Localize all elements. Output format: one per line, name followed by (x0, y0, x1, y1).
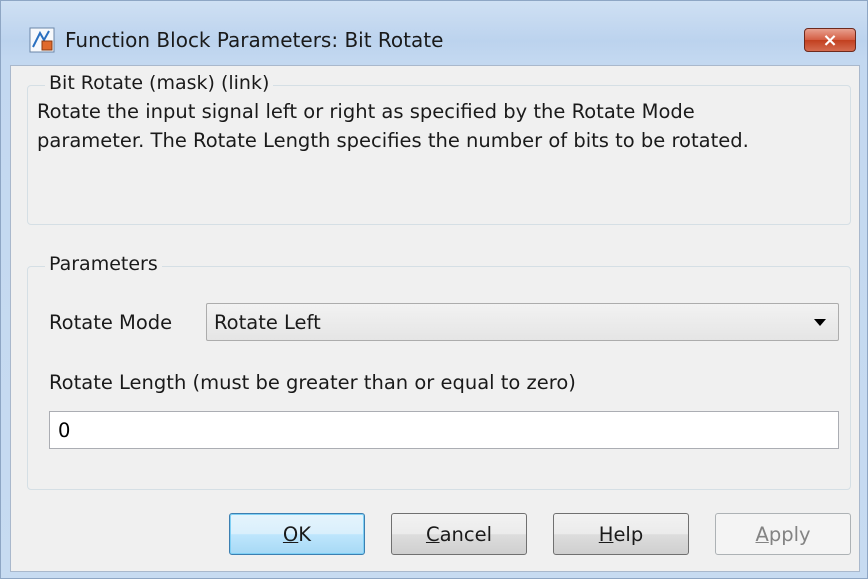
parameters-group-legend: Parameters (45, 253, 162, 275)
rotate-mode-value: Rotate Left (214, 311, 321, 334)
close-button[interactable]: × (804, 28, 856, 52)
window-title: Function Block Parameters: Bit Rotate (65, 28, 444, 52)
help-mnemonic: H (598, 522, 614, 546)
help-button[interactable]: Help (553, 513, 689, 555)
dialog-window: Function Block Parameters: Bit Rotate × … (0, 0, 868, 579)
help-label-rest: elp (613, 522, 644, 546)
apply-button: Apply (715, 513, 851, 555)
close-icon: × (822, 29, 838, 51)
ok-button[interactable]: OK (229, 513, 365, 555)
ok-mnemonic: O (282, 522, 299, 546)
mask-description: Rotate the input signal left or right as… (37, 100, 749, 152)
rotate-mode-label: Rotate Mode (49, 311, 173, 334)
simulink-block-icon (29, 27, 55, 53)
chevron-down-icon (814, 319, 826, 326)
rotate-length-label: Rotate Length (must be greater than or e… (49, 371, 576, 394)
rotate-mode-dropdown[interactable]: Rotate Left (206, 303, 839, 341)
cancel-label-rest: ancel (439, 522, 493, 546)
apply-mnemonic: A (755, 522, 769, 546)
cancel-button[interactable]: Cancel (391, 513, 527, 555)
ok-label-rest: K (298, 522, 312, 546)
rotate-length-input[interactable] (49, 411, 839, 449)
title-bar[interactable]: Function Block Parameters: Bit Rotate × (1, 1, 867, 65)
cancel-mnemonic: C (425, 522, 440, 546)
mask-group-legend: Bit Rotate (mask) (link) (45, 72, 274, 94)
apply-label-rest: pply (768, 522, 811, 546)
